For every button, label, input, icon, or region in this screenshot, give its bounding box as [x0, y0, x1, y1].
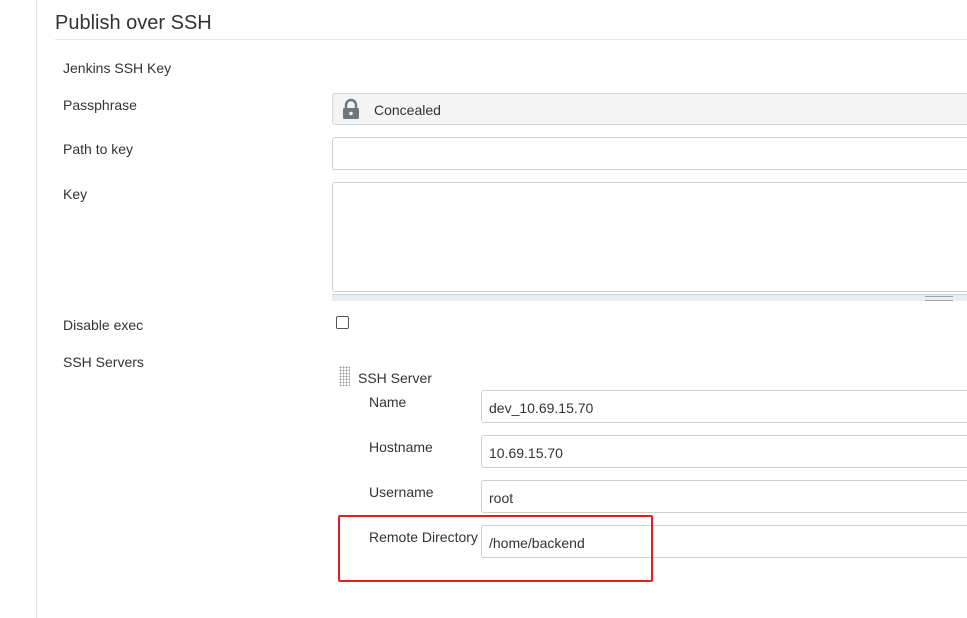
key-textarea[interactable]: [332, 182, 967, 292]
disable-exec-label: Disable exec: [63, 317, 144, 333]
username-value: root: [489, 490, 514, 506]
path-to-key-input[interactable]: [332, 137, 967, 170]
ssh-server-header: SSH Server: [358, 370, 432, 386]
key-label: Key: [63, 186, 88, 202]
remote-directory-label: Remote Directory: [369, 529, 478, 545]
server-name-label: Name: [369, 394, 407, 410]
key-resize-bar[interactable]: [332, 294, 967, 301]
remote-directory-value: /home/backend: [489, 535, 585, 551]
jenkins-ssh-key-label: Jenkins SSH Key: [63, 60, 172, 76]
hostname-value: 10.69.15.70: [489, 445, 563, 461]
path-to-key-label: Path to key: [63, 141, 134, 157]
lock-icon: [341, 98, 361, 120]
hostname-input[interactable]: 10.69.15.70: [481, 435, 967, 468]
passphrase-label: Passphrase: [63, 97, 137, 113]
username-label: Username: [369, 484, 434, 500]
resize-grip-icon[interactable]: [925, 296, 953, 301]
ssh-servers-label: SSH Servers: [63, 354, 144, 370]
passphrase-field[interactable]: Concealed: [332, 93, 967, 125]
drag-handle-icon[interactable]: [339, 366, 350, 386]
section-title: Publish over SSH: [55, 12, 212, 34]
passphrase-value: Concealed: [374, 102, 441, 118]
username-input[interactable]: root: [481, 480, 967, 513]
left-divider: [36, 0, 37, 618]
section-divider: [55, 39, 967, 40]
server-name-value: dev_10.69.15.70: [489, 400, 594, 416]
remote-directory-input[interactable]: /home/backend: [481, 525, 967, 558]
server-name-input[interactable]: dev_10.69.15.70: [481, 390, 967, 423]
disable-exec-checkbox[interactable]: [336, 316, 349, 329]
hostname-label: Hostname: [369, 439, 433, 455]
publish-over-ssh-page: Publish over SSH Jenkins SSH Key Passphr…: [0, 0, 967, 618]
